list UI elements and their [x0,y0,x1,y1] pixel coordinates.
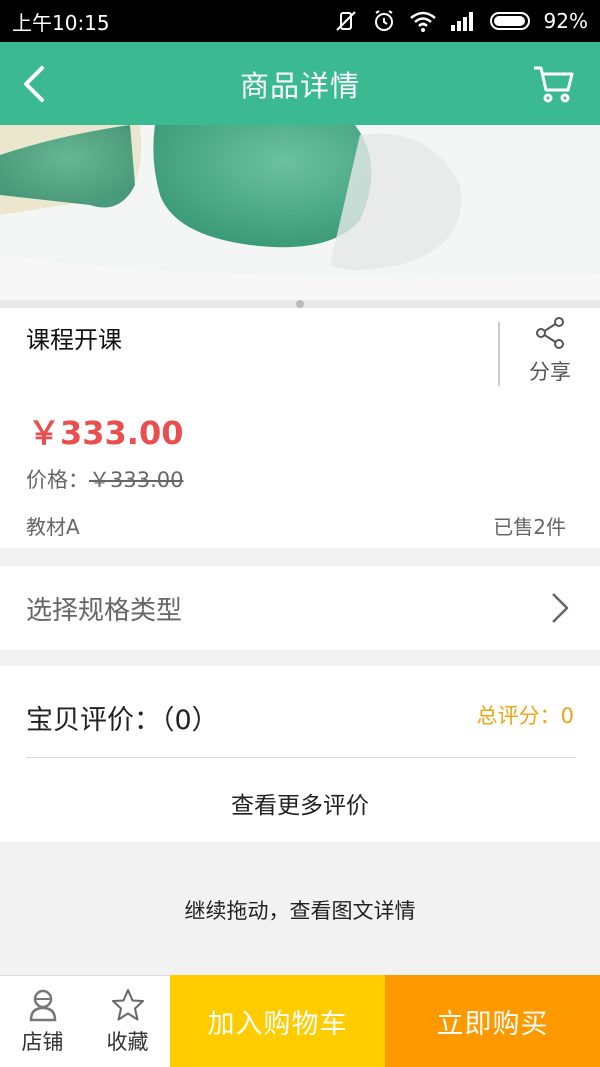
material-label: 教材A [26,515,80,539]
cart-icon[interactable] [532,62,576,106]
product-info: 课程开课 分享 ￥333.00 价格：￥333.00 教材A 已售2件 [0,308,600,548]
original-price: ￥333.00 [89,468,184,492]
current-price: ￥333.00 [28,414,184,452]
product-image[interactable] [0,125,600,300]
reviews-score: 总评分：0 [476,704,574,728]
product-title: 课程开课 [26,326,122,354]
chevron-right-icon [550,592,570,624]
spec-selector[interactable]: 选择规格类型 [0,566,600,650]
bottom-action-bar: 店铺 收藏 加入购物车 立即购买 [0,975,600,1067]
more-reviews-button[interactable]: 查看更多评价 [0,786,600,820]
original-price-label: 价格： [26,468,89,492]
share-button[interactable]: 分享 [520,316,580,386]
battery-level: 92% [543,9,588,33]
status-icons: 92% [334,9,588,33]
star-icon [111,988,144,1020]
vibrate-off-icon [334,9,358,33]
carousel-dot [296,300,304,308]
signal-icon [450,11,476,31]
spec-label: 选择规格类型 [26,595,183,626]
header-bar: 商品详情 [0,42,600,125]
divider [26,757,576,758]
original-price-row: 价格：￥333.00 [26,464,183,494]
status-time: 上午10:15 [12,10,110,35]
shop-button[interactable]: 店铺 [0,975,85,1067]
reviews-title: 宝贝评价：（0） [26,705,219,736]
shop-label: 店铺 [21,1029,64,1054]
favorite-label: 收藏 [106,1029,149,1054]
favorite-button[interactable]: 收藏 [85,975,170,1067]
divider [498,322,500,386]
drag-hint: 继续拖动，查看图文详情 [184,899,416,923]
carousel-indicator [0,300,600,308]
share-icon [536,317,564,349]
status-bar: 上午10:15 92% [0,0,600,42]
buy-now-button[interactable]: 立即购买 [385,975,600,1067]
back-button[interactable] [18,64,54,104]
shop-icon [29,989,56,1021]
alarm-icon [372,9,396,33]
page-title: 商品详情 [239,68,360,103]
sold-count: 已售2件 [493,515,566,539]
share-label: 分享 [529,360,571,384]
wifi-icon [409,10,436,32]
add-to-cart-button[interactable]: 加入购物车 [170,975,385,1067]
battery-icon [489,12,530,30]
reviews-section: 宝贝评价：（0） 总评分：0 查看更多评价 [0,666,600,842]
